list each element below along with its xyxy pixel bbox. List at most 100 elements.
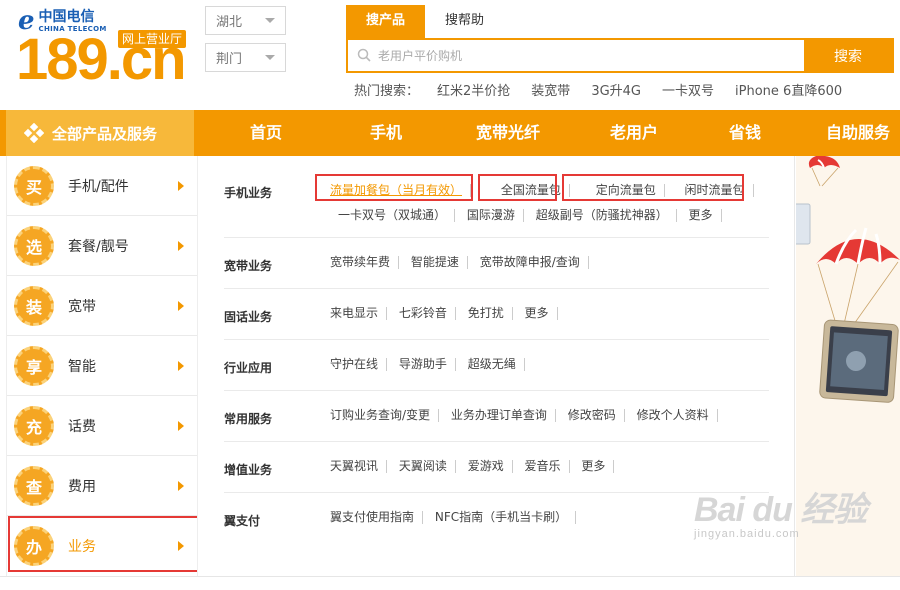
category-sidebar: 买 手机/配件 选 套餐/靓号 装 宽带 享 智能 充 话费 查 费用 办 业务 [6, 156, 197, 576]
hot-keyword-link[interactable]: 3G升4G [591, 80, 641, 99]
submenu-link[interactable]: 闲时流量包 [677, 184, 754, 197]
search-bar: 搜索 [346, 38, 894, 73]
search-tabs: 搜产品 搜帮助 [346, 5, 504, 38]
brand-cn: 中国电信 [38, 8, 95, 25]
chevron-down-icon [265, 55, 275, 60]
all-categories-button[interactable]: 全部产品及服务 [6, 110, 194, 156]
submenu-link[interactable]: 宽带续年费 [330, 256, 400, 269]
hot-keyword-link[interactable]: 一卡双号 [662, 80, 714, 99]
category-label: 手机/配件 [68, 178, 129, 195]
submenu-link[interactable]: 业务办理订单查询 [443, 409, 556, 422]
watermark-brand: Bai du 经验 [694, 491, 867, 529]
main-nav: 全部产品及服务 首页 手机 宽带光纤 老用户 省钱 自助服务 [0, 110, 900, 156]
submenu-link[interactable]: 导游助手 [391, 358, 456, 371]
category-item-smart[interactable]: 享 智能 [7, 336, 197, 396]
nav-item-self-service[interactable]: 自助服务 [798, 110, 900, 156]
submenu-row-payment: 翼支付 翼支付使用指南 NFC指南（手机当卡刷） [224, 493, 769, 544]
nav-item-phones[interactable]: 手机 [332, 110, 440, 156]
chevron-right-icon [178, 240, 184, 251]
submenu-title: 手机业务 [224, 186, 273, 200]
charge-icon: 充 [14, 405, 54, 446]
baidu-watermark: Bai du 经验 jingyan.baidu.com [694, 491, 867, 540]
chevron-right-icon [178, 541, 184, 551]
province-value: 湖北 [216, 15, 243, 30]
submenu-link[interactable]: 更多 [681, 209, 722, 222]
city-value: 荆门 [216, 52, 243, 67]
category-item-phones[interactable]: 买 手机/配件 [7, 156, 197, 216]
submenu-link[interactable]: NFC指南（手机当卡刷） [427, 511, 577, 524]
install-icon: 装 [14, 285, 54, 326]
category-grid-icon [24, 123, 44, 143]
category-item-broadband[interactable]: 装 宽带 [7, 276, 197, 336]
submenu-row-mobile: 手机业务 流量加餐包（当月有效） 全国流量包 定向流量包 闲时流量包 一卡双号（… [224, 178, 769, 238]
submenu-link[interactable]: 天翼阅读 [391, 460, 456, 473]
divider [0, 576, 900, 577]
hot-keyword-link[interactable]: 装宽带 [531, 80, 570, 99]
select-icon: 选 [14, 225, 54, 266]
search-button[interactable]: 搜索 [804, 40, 892, 71]
handle-icon: 办 [14, 526, 54, 566]
submenu-link[interactable]: 超级无绳 [460, 358, 525, 371]
submenu-link[interactable]: 免打扰 [460, 307, 513, 320]
submenu-links: 守护在线 导游助手 超级无绳 [330, 352, 770, 377]
submenu-link[interactable]: 全国流量包 [493, 184, 570, 197]
category-item-plans[interactable]: 选 套餐/靓号 [7, 216, 197, 276]
submenu-link[interactable]: 更多 [517, 307, 558, 320]
submenu-link[interactable]: 超级副号（防骚扰神器） [528, 209, 677, 222]
hot-keyword-link[interactable]: iPhone 6直降600 [735, 80, 842, 99]
submenu-link[interactable]: 宽带故障申报/查询 [472, 256, 589, 269]
chevron-right-icon [178, 180, 184, 191]
submenu-link[interactable]: 爱游戏 [460, 460, 513, 473]
city-select[interactable]: 荆门 [205, 43, 286, 72]
nav-item-save-money[interactable]: 省钱 [692, 110, 798, 156]
submenu-links: 天翼视讯 天翼阅读 爱游戏 爱音乐 更多 [330, 454, 770, 479]
submenu-row-landline: 固话业务 来电显示 七彩铃音 免打扰 更多 [224, 289, 769, 340]
online-hall-badge: 网上营业厅 [118, 30, 187, 48]
submenu-link[interactable]: 流量加餐包（当月有效） [330, 184, 472, 197]
site-logo[interactable]: ℯ 中国电信 CHINA TELECOM 189.cn 网上营业厅 [14, 6, 189, 96]
submenu-title: 翼支付 [224, 514, 261, 528]
submenu-link[interactable]: 修改密码 [560, 409, 625, 422]
submenu-link[interactable]: 定向流量包 [588, 184, 665, 197]
category-item-billing[interactable]: 查 费用 [7, 456, 197, 516]
category-item-topup[interactable]: 充 话费 [7, 396, 197, 456]
submenu-link[interactable]: 来电显示 [330, 307, 388, 320]
chevron-down-icon [265, 18, 275, 23]
submenu-links: 订购业务查询/变更 业务办理订单查询 修改密码 修改个人资料 [330, 403, 770, 428]
hot-searches: 热门搜索： 红米2半价抢 装宽带 3G升4G 一卡双号 iPhone 6直降60… [354, 80, 863, 99]
submenu-link[interactable]: 修改个人资料 [629, 409, 718, 422]
category-label: 业务 [68, 539, 96, 555]
query-icon: 查 [14, 465, 54, 506]
submenu-link[interactable]: 更多 [573, 460, 615, 473]
tab-search-products[interactable]: 搜产品 [346, 5, 426, 38]
province-select[interactable]: 湖北 [205, 6, 286, 35]
submenu-title: 固话业务 [224, 310, 273, 324]
all-categories-label: 全部产品及服务 [52, 124, 158, 143]
submenu-link[interactable]: 一卡双号（双城通） [330, 209, 456, 222]
category-label: 套餐/靓号 [68, 238, 129, 255]
submenu-link[interactable]: 智能提速 [403, 256, 468, 269]
submenu-link[interactable]: 天翼视讯 [330, 460, 388, 473]
category-item-services[interactable]: 办 业务 [7, 516, 197, 576]
category-label: 话费 [68, 418, 96, 435]
nav-item-existing-users[interactable]: 老用户 [576, 110, 692, 156]
submenu-link[interactable]: 翼支付使用指南 [330, 511, 424, 524]
submenu-row-value-added: 增值业务 天翼视讯 天翼阅读 爱游戏 爱音乐 更多 [224, 442, 769, 493]
submenu-link[interactable]: 订购业务查询/变更 [330, 409, 440, 422]
watermark-url: jingyan.baidu.com [694, 528, 800, 540]
submenu-links: 流量加餐包（当月有效） 全国流量包 定向流量包 闲时流量包 一卡双号（双城通） … [330, 178, 770, 228]
nav-item-broadband[interactable]: 宽带光纤 [440, 110, 576, 156]
submenu-link[interactable]: 国际漫游 [459, 209, 524, 222]
search-input[interactable] [348, 40, 804, 71]
nav-item-home[interactable]: 首页 [200, 110, 332, 156]
chevron-right-icon [178, 480, 184, 491]
chevron-right-icon [178, 360, 184, 371]
submenu-link[interactable]: 七彩铃音 [391, 307, 456, 320]
submenu-title: 增值业务 [224, 463, 273, 477]
hot-keyword-link[interactable]: 红米2半价抢 [437, 80, 510, 99]
submenu-row-common: 常用服务 订购业务查询/变更 业务办理订单查询 修改密码 修改个人资料 [224, 391, 769, 442]
submenu-row-broadband: 宽带业务 宽带续年费 智能提速 宽带故障申报/查询 [224, 238, 769, 289]
submenu-link[interactable]: 爱音乐 [517, 460, 570, 473]
submenu-link[interactable]: 守护在线 [330, 358, 388, 371]
tab-search-help[interactable]: 搜帮助 [425, 5, 504, 38]
